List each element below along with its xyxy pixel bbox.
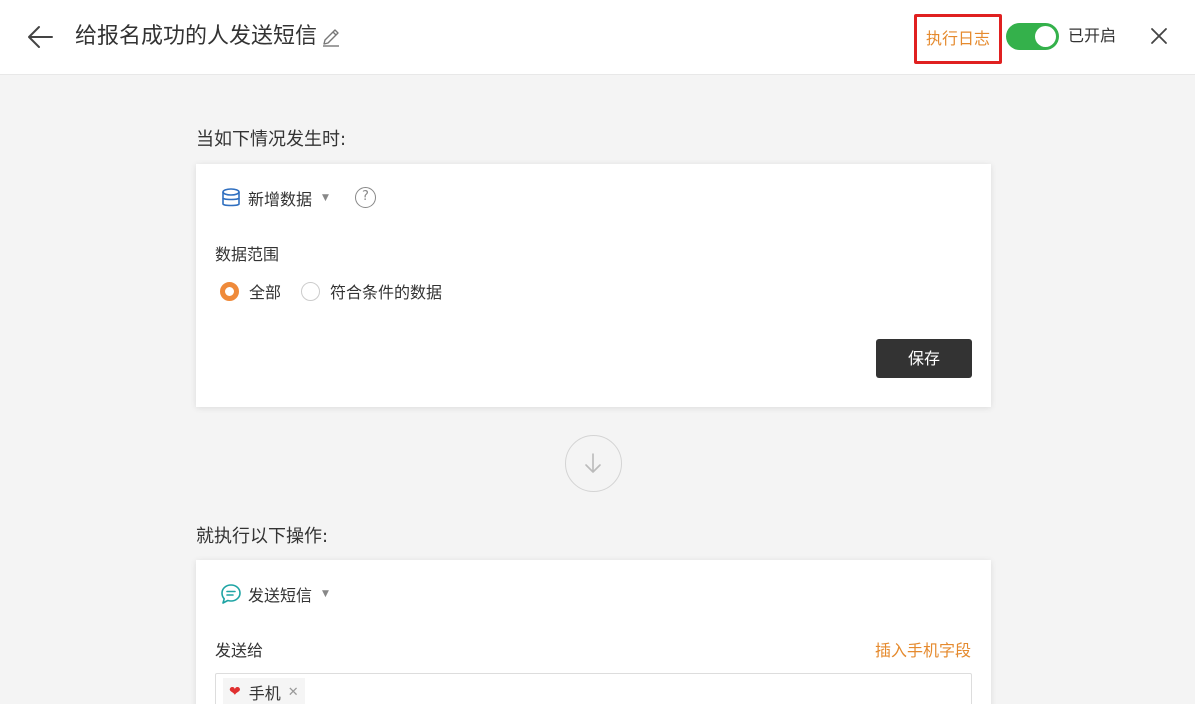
data-scope-label: 数据范围 bbox=[215, 245, 280, 264]
heart-icon: ❤ bbox=[229, 684, 241, 700]
radio-conditional[interactable] bbox=[301, 281, 321, 301]
trigger-event-label: 新增数据 bbox=[248, 190, 313, 209]
insert-phone-field-link[interactable]: 插入手机字段 bbox=[875, 640, 971, 662]
recipients-field[interactable]: ❤ 手机 ✕ bbox=[215, 673, 972, 704]
trigger-card: 新增数据 ▼ ? 数据范围 全部 符合条件的数据 保存 bbox=[196, 164, 991, 407]
action-section-label: 就执行以下操作: bbox=[196, 526, 329, 547]
question-circle-icon[interactable]: ? bbox=[355, 187, 376, 208]
database-icon bbox=[220, 187, 242, 209]
radio-all[interactable] bbox=[220, 281, 239, 301]
data-scope-radio-group: 全部 符合条件的数据 bbox=[220, 278, 462, 304]
radio-all-label[interactable]: 全部 bbox=[249, 279, 281, 303]
send-to-label: 发送给 bbox=[215, 641, 264, 660]
radio-conditional-label[interactable]: 符合条件的数据 bbox=[330, 279, 442, 303]
trigger-section-label: 当如下情况发生时: bbox=[196, 129, 347, 150]
page-title: 给报名成功的人发送短信 bbox=[75, 24, 318, 49]
toggle-knob bbox=[1035, 26, 1056, 47]
caret-down-icon: ▼ bbox=[322, 193, 329, 203]
caret-down-icon: ▼ bbox=[322, 589, 329, 599]
remove-tag-icon[interactable]: ✕ bbox=[288, 685, 299, 700]
message-icon bbox=[220, 583, 242, 605]
top-bar: 给报名成功的人发送短信 执行日志 已开启 bbox=[0, 0, 1195, 75]
arrow-down-icon bbox=[585, 453, 601, 473]
action-card: 发送短信 ▼ 发送给 插入手机字段 ❤ 手机 ✕ bbox=[196, 560, 991, 704]
trigger-event-select[interactable]: 新增数据 ▼ bbox=[220, 184, 329, 212]
pencil-icon[interactable] bbox=[320, 26, 342, 48]
arrow-left-icon[interactable] bbox=[26, 24, 54, 50]
execution-log-link[interactable]: 执行日志 bbox=[914, 14, 1002, 64]
recipient-tag: ❤ 手机 ✕ bbox=[223, 678, 305, 704]
action-type-label: 发送短信 bbox=[248, 586, 313, 605]
save-button[interactable]: 保存 bbox=[876, 339, 972, 378]
action-type-select[interactable]: 发送短信 ▼ bbox=[220, 580, 329, 608]
close-icon[interactable] bbox=[1148, 25, 1170, 47]
enable-toggle[interactable] bbox=[1006, 23, 1059, 50]
toggle-label: 已开启 bbox=[1068, 26, 1117, 45]
recipient-tag-label: 手机 bbox=[248, 684, 281, 703]
flow-arrow bbox=[565, 435, 622, 492]
